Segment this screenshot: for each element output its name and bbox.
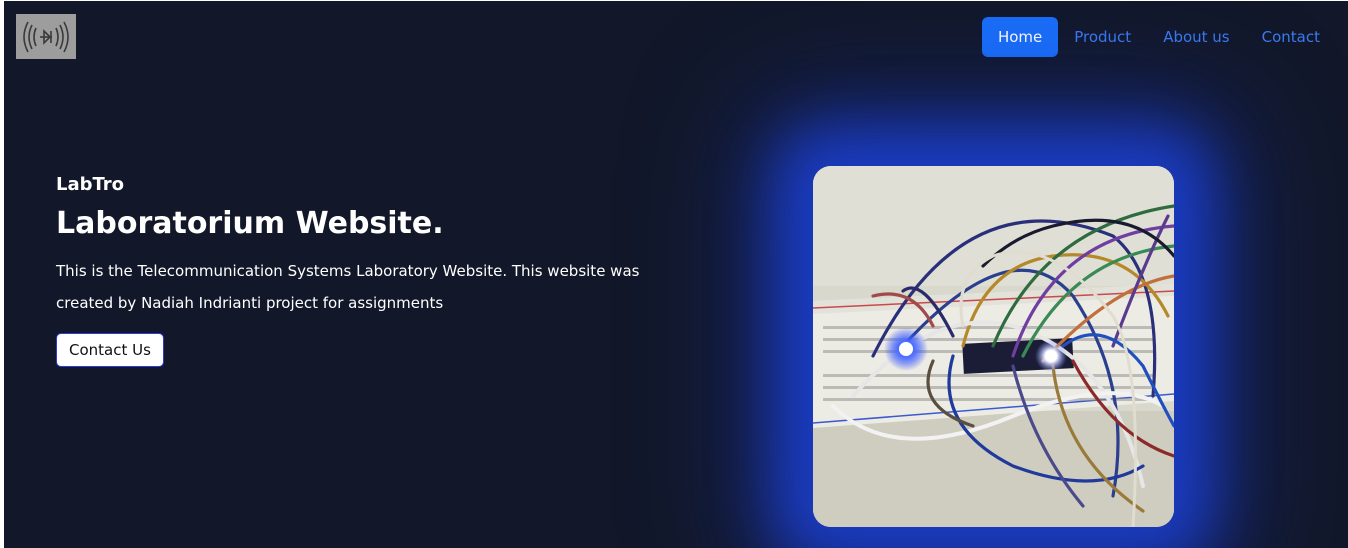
hero-brand: LabTro bbox=[56, 174, 125, 195]
nav-contact[interactable]: Contact bbox=[1246, 17, 1336, 57]
hero-description: This is the Telecommunication Systems La… bbox=[56, 262, 640, 312]
nav-product[interactable]: Product bbox=[1058, 17, 1147, 57]
oscillator-signal-logo-icon bbox=[23, 21, 69, 52]
breadboard-circuit-photo-icon bbox=[813, 166, 1174, 527]
hero-image bbox=[813, 166, 1174, 527]
page: Home Product About us Contact LabTro Lab… bbox=[4, 1, 1348, 548]
navbar: Home Product About us Contact bbox=[4, 1, 1348, 73]
nav-links: Home Product About us Contact bbox=[981, 17, 1336, 57]
hero-headline: Laboratorium Website. bbox=[56, 206, 444, 241]
contact-us-button[interactable]: Contact Us bbox=[56, 333, 164, 367]
nav-about-us[interactable]: About us bbox=[1147, 17, 1245, 57]
nav-home[interactable]: Home bbox=[981, 17, 1059, 57]
hero-text: LabTro Laboratorium Website. This is the… bbox=[56, 173, 696, 367]
logo[interactable] bbox=[16, 14, 76, 59]
